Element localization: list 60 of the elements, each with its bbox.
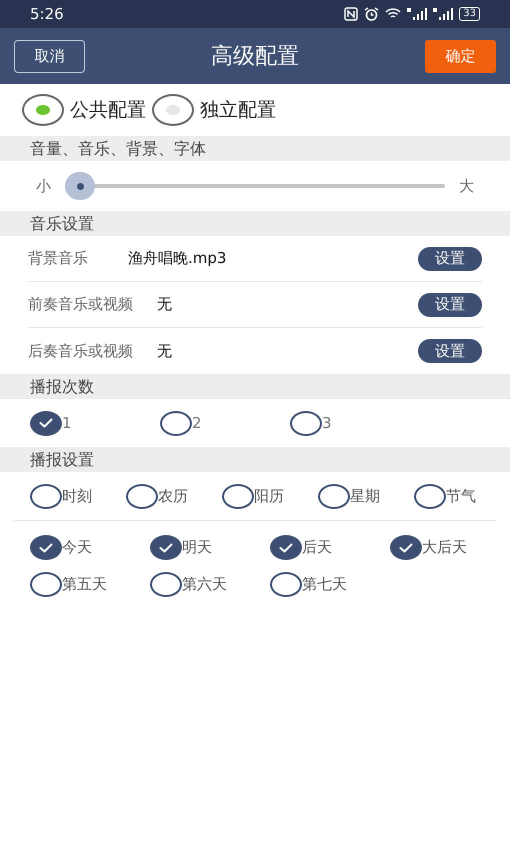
music-label: 前奏音乐或视频 xyxy=(28,294,133,316)
day-label: 第六天 xyxy=(182,574,227,596)
max-label: 大 xyxy=(459,176,474,197)
slider-thumb[interactable] xyxy=(65,172,95,200)
page-title: 高级配置 xyxy=(210,42,300,70)
day-label: 后天 xyxy=(302,537,332,558)
empty-circle-icon[interactable] xyxy=(270,572,302,597)
count-label: 1 xyxy=(62,412,72,434)
battery-indicator: 33 xyxy=(459,7,480,21)
option-label: 时刻 xyxy=(62,486,92,507)
cancel-button[interactable]: 取消 xyxy=(14,40,85,72)
day-label: 第七天 xyxy=(302,574,347,596)
empty-circle-icon[interactable] xyxy=(290,410,322,436)
empty-circle-icon[interactable] xyxy=(30,484,62,508)
signal-icon xyxy=(433,8,454,20)
empty-circle-icon[interactable] xyxy=(318,484,350,508)
set-button[interactable]: 设置 xyxy=(418,246,482,270)
radio-button[interactable] xyxy=(22,94,64,126)
alarm-icon xyxy=(364,7,380,21)
empty-circle-icon[interactable] xyxy=(150,572,182,597)
music-value: 渔舟唱晚.mp3 xyxy=(128,248,226,270)
checked-circle-icon[interactable] xyxy=(270,535,302,560)
nfc-icon xyxy=(344,7,358,21)
empty-circle-icon[interactable] xyxy=(160,410,192,436)
radio-button[interactable] xyxy=(152,94,194,126)
music-value: 无 xyxy=(157,294,172,316)
radio-label: 独立配置 xyxy=(200,98,276,123)
music-value: 无 xyxy=(157,340,172,362)
wifi-icon xyxy=(385,8,402,20)
checked-circle-icon[interactable] xyxy=(30,535,62,560)
status-time: 5:26 xyxy=(30,4,64,25)
day-label: 今天 xyxy=(62,537,92,558)
radio-label: 公共配置 xyxy=(70,98,146,123)
set-button[interactable]: 设置 xyxy=(418,339,482,363)
section-title: 音量、音乐、背景、字体 xyxy=(29,138,206,160)
day-label: 第五天 xyxy=(62,574,107,596)
empty-circle-icon[interactable] xyxy=(414,484,446,508)
section-title: 播报设置 xyxy=(29,448,94,470)
empty-circle-icon[interactable] xyxy=(222,484,254,508)
option-label: 农历 xyxy=(158,486,188,507)
set-button[interactable]: 设置 xyxy=(418,292,482,316)
checked-circle-icon[interactable] xyxy=(150,535,182,560)
signal-icon xyxy=(407,8,428,20)
option-label: 节气 xyxy=(446,486,476,507)
min-label: 小 xyxy=(36,176,51,197)
day-label: 大后天 xyxy=(422,537,467,558)
checked-circle-icon[interactable] xyxy=(390,535,422,560)
music-label: 背景音乐 xyxy=(28,248,88,270)
empty-circle-icon[interactable] xyxy=(30,572,62,597)
empty-circle-icon[interactable] xyxy=(126,484,158,508)
slider-track[interactable] xyxy=(65,172,445,200)
section-title: 音乐设置 xyxy=(29,212,94,234)
day-label: 明天 xyxy=(182,537,212,558)
option-label: 阳历 xyxy=(254,486,284,507)
checked-circle-icon[interactable] xyxy=(30,410,62,436)
section-title: 播报次数 xyxy=(29,376,94,398)
option-label: 星期 xyxy=(350,486,380,507)
count-label: 2 xyxy=(192,412,202,434)
count-label: 3 xyxy=(322,412,332,434)
music-label: 后奏音乐或视频 xyxy=(28,340,133,362)
